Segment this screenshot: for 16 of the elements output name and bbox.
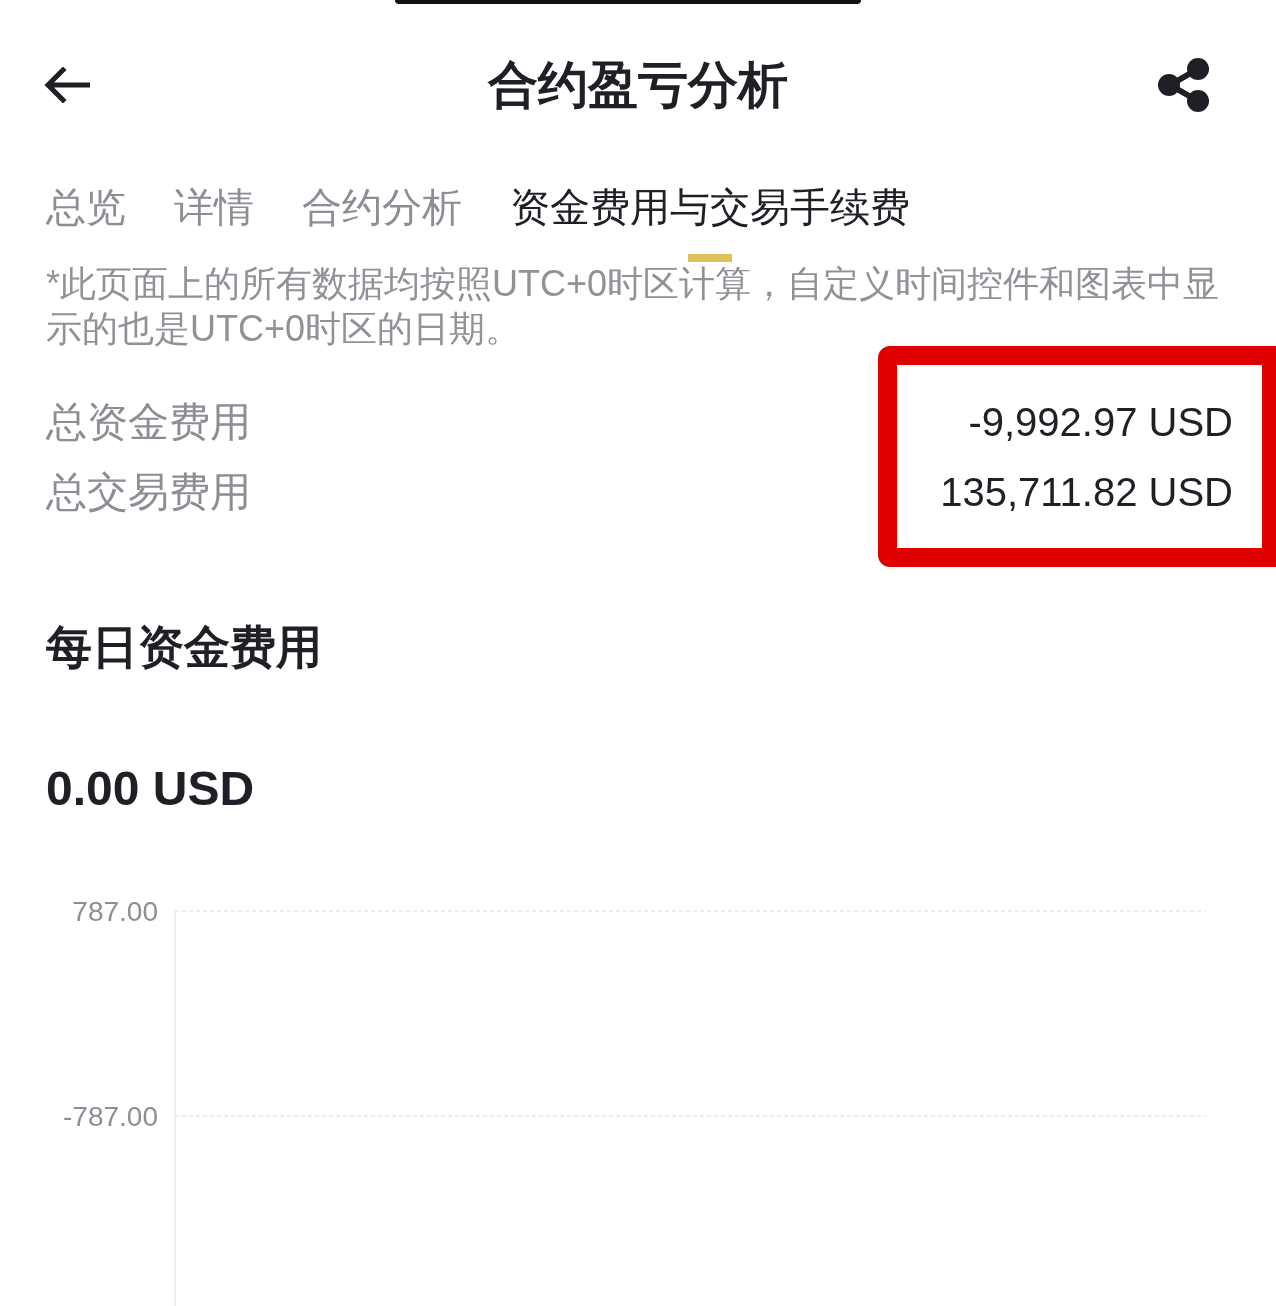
tab[interactable]: 合约分析: [302, 182, 462, 262]
total-value: -9,992.97 USD: [968, 399, 1233, 445]
total-label: 总交易费用: [46, 467, 251, 517]
total-label: 总资金费用: [46, 397, 251, 447]
total-value: 135,711.82 USD: [940, 469, 1233, 515]
tab[interactable]: 资金费用与交易手续费: [510, 182, 910, 262]
back-arrow-icon[interactable]: [44, 67, 90, 103]
tab[interactable]: 详情: [174, 182, 254, 262]
timezone-note: *此页面上的所有数据均按照UTC+0时区计算，自定义时间控件和图表中显示的也是UTC+0时区的日期。: [46, 262, 1221, 351]
tab[interactable]: 总览: [46, 182, 126, 262]
share-icon[interactable]: [1158, 58, 1210, 112]
daily-amount: 0.00 USD: [46, 761, 255, 817]
axis-tick-label: -787.00: [63, 1101, 158, 1132]
section-title: 每日资金费用: [46, 620, 322, 675]
page-title: 合约盈亏分析: [488, 56, 788, 115]
axis-tick-label: 787.00: [72, 896, 158, 927]
